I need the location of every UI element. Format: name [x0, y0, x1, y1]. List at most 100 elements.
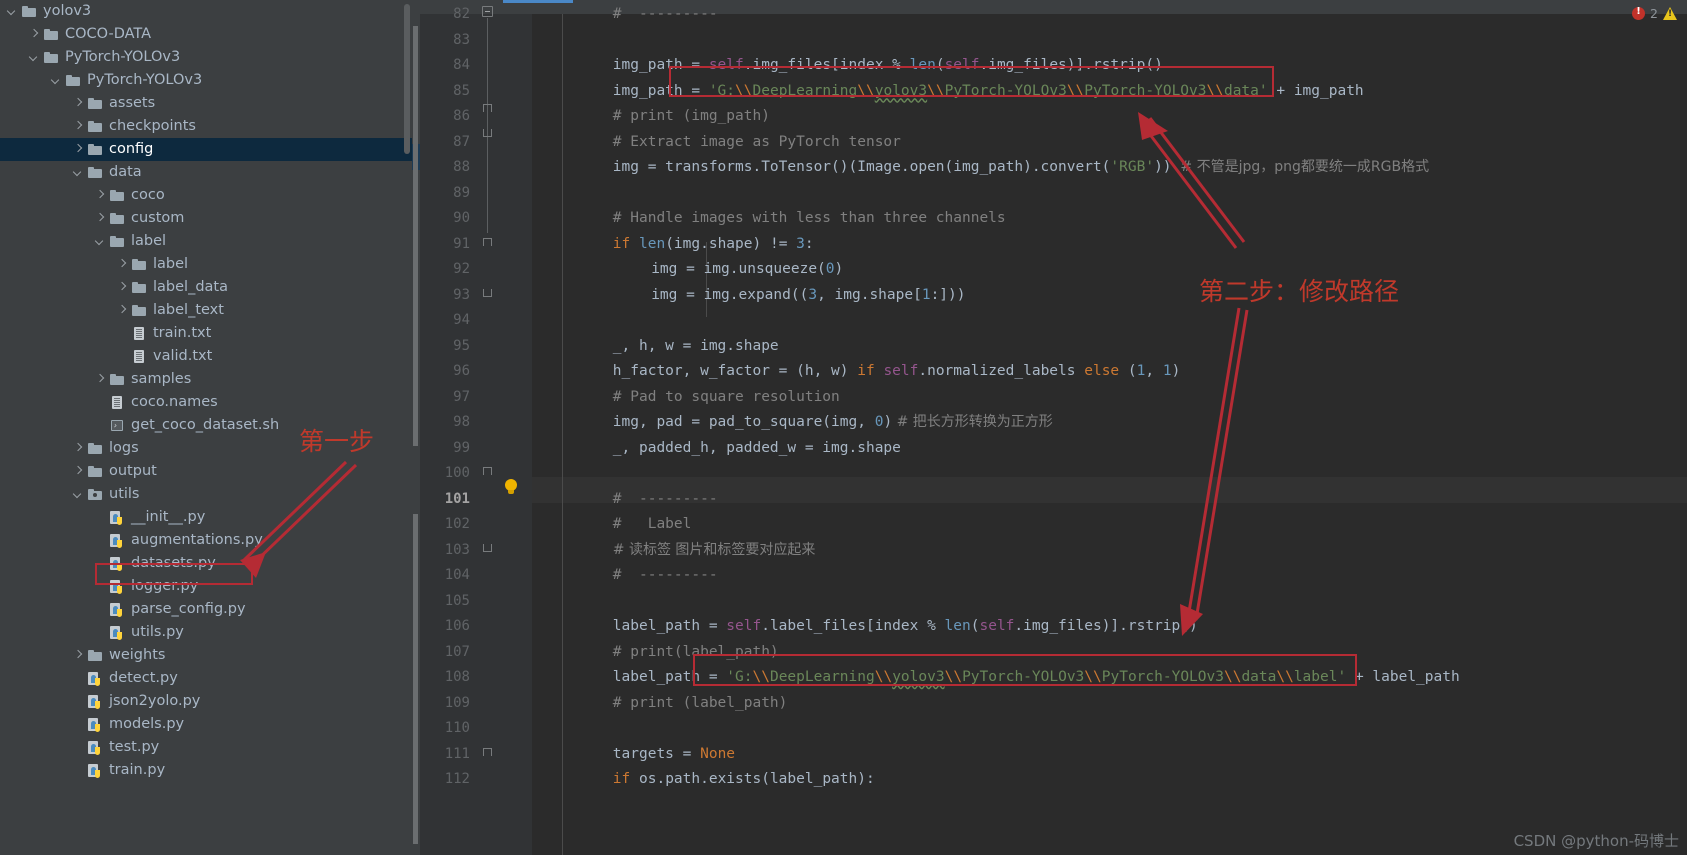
code-line[interactable]: _, h, w = img.shape: [613, 334, 779, 360]
tree-item-train-py[interactable]: train.py: [0, 759, 412, 782]
chevron-right-icon[interactable]: [116, 304, 129, 317]
tree-item-parse-config-py[interactable]: parse_config.py: [0, 598, 412, 621]
code-line[interactable]: # ---------: [613, 2, 718, 28]
code-line[interactable]: # Pad to square resolution: [613, 385, 840, 411]
fold-region-bottom-icon[interactable]: [482, 542, 493, 553]
tree-item-custom[interactable]: custom: [0, 207, 412, 230]
tree-item-label-text[interactable]: label_text: [0, 299, 412, 322]
code-line[interactable]: if os.path.exists(label_path):: [613, 767, 875, 793]
code-line[interactable]: if len(img.shape) != 3:: [613, 232, 814, 258]
fold-minus-icon[interactable]: [482, 6, 493, 17]
code-line[interactable]: targets = None: [613, 742, 735, 768]
fold-region-bottom-icon[interactable]: [482, 127, 493, 138]
tree-item-label-data[interactable]: label_data: [0, 276, 412, 299]
tree-item-coco-names[interactable]: coco.names: [0, 391, 412, 414]
tree-item-yolov3[interactable]: yolov3: [0, 0, 412, 23]
fold-region-bottom-icon[interactable]: [482, 287, 493, 298]
code-line[interactable]: img_path = self.img_files[index % len(se…: [613, 53, 1163, 79]
tree-item-checkpoints[interactable]: checkpoints: [0, 115, 412, 138]
code-line[interactable]: img = transforms.ToTensor()(Image.open(i…: [613, 155, 1429, 181]
tree-item-coco-data[interactable]: COCO-DATA: [0, 23, 412, 46]
code-line[interactable]: # ---------: [613, 487, 718, 513]
code-line[interactable]: # print (label_path): [613, 691, 788, 717]
tree-item-data[interactable]: data: [0, 161, 412, 184]
tree-item-output[interactable]: output: [0, 460, 412, 483]
tree-item-config[interactable]: config: [0, 138, 412, 161]
code-line[interactable]: img, pad = pad_to_square(img, 0) # 把长方形转…: [613, 410, 1053, 436]
fold-region-top-icon[interactable]: [482, 746, 493, 757]
chevron-right-icon[interactable]: [72, 120, 85, 133]
tree-item-samples[interactable]: samples: [0, 368, 412, 391]
code-line[interactable]: # Extract image as PyTorch tensor: [613, 130, 901, 156]
chevron-down-icon[interactable]: [50, 74, 63, 87]
code-line[interactable]: # Label: [613, 512, 692, 538]
tree-item-get-coco-dataset-sh[interactable]: › get_coco_dataset.sh: [0, 414, 412, 437]
code-line[interactable]: img_path = 'G:\\DeepLearning\\yolov3\\Py…: [613, 79, 1364, 105]
code-line[interactable]: # print (img_path): [613, 104, 770, 130]
tree-item-coco[interactable]: coco: [0, 184, 412, 207]
code-line[interactable]: _, padded_h, padded_w = img.shape: [613, 436, 901, 462]
intention-bulb-icon[interactable]: [504, 479, 518, 495]
tree-item-models-py[interactable]: models.py: [0, 713, 412, 736]
code-line[interactable]: # 读标签 图片和标签要对应起来: [613, 538, 816, 564]
code-line[interactable]: img = img.unsqueeze(0): [651, 257, 843, 283]
chevron-down-icon[interactable]: [72, 488, 85, 501]
fold-region-top-icon[interactable]: [482, 236, 493, 247]
code-content[interactable]: # --------- img_path = self.img_files[ind…: [532, 6, 1687, 855]
tree-item-label: json2yolo.py: [109, 693, 201, 709]
tree-item-json2yolo-py[interactable]: json2yolo.py: [0, 690, 412, 713]
folder-icon: [43, 50, 60, 65]
tree-item-logs[interactable]: logs: [0, 437, 412, 460]
tree-item-logger-py[interactable]: logger.py: [0, 575, 412, 598]
chevron-right-icon[interactable]: [72, 442, 85, 455]
code-line[interactable]: img = img.expand((3, img.shape[1:])): [651, 283, 965, 309]
tree-item--init-py[interactable]: __init__.py: [0, 506, 412, 529]
code-line[interactable]: # print(label_path): [613, 640, 779, 666]
tree-item-label[interactable]: label: [0, 230, 412, 253]
chevron-down-icon[interactable]: [28, 51, 41, 64]
fold-region-top-icon[interactable]: [482, 102, 493, 113]
chevron-right-icon[interactable]: [72, 465, 85, 478]
warning-triangle-icon: [1663, 6, 1677, 20]
code-token: else: [1084, 363, 1128, 379]
tree-item-valid-txt[interactable]: valid.txt: [0, 345, 412, 368]
project-tree-panel[interactable]: yolov3 COCO-DATA PyTorch-YOLOv3 PyTorch-YOL…: [0, 0, 412, 855]
tree-item-assets[interactable]: assets: [0, 92, 412, 115]
chevron-right-icon[interactable]: [72, 649, 85, 662]
line-number: 91: [453, 235, 470, 252]
code-editor-panel[interactable]: 2 82838485868788899091929394959697989910…: [412, 0, 1687, 855]
tree-item-train-txt[interactable]: train.txt: [0, 322, 412, 345]
tree-item-detect-py[interactable]: detect.py: [0, 667, 412, 690]
tree-item-label[interactable]: label: [0, 253, 412, 276]
tree-item-utils-py[interactable]: utils.py: [0, 621, 412, 644]
chevron-down-icon[interactable]: [6, 5, 19, 18]
code-line[interactable]: h_factor, w_factor = (h, w) if self.norm…: [613, 359, 1181, 385]
inspection-status[interactable]: 2: [1632, 4, 1677, 22]
code-line[interactable]: label_path = self.label_files[index % le…: [613, 614, 1198, 640]
tree-item-datasets-py[interactable]: datasets.py: [0, 552, 412, 575]
chevron-right-icon[interactable]: [28, 28, 41, 41]
code-token: :])): [930, 286, 966, 303]
chevron-right-icon[interactable]: [72, 97, 85, 110]
tree-item-pytorch-yolov3[interactable]: PyTorch-YOLOv3: [0, 69, 412, 92]
code-line[interactable]: # ---------: [613, 563, 718, 589]
tree-item-utils[interactable]: utils: [0, 483, 412, 506]
tree-item-pytorch-yolov3[interactable]: PyTorch-YOLOv3: [0, 46, 412, 69]
tree-item-weights[interactable]: weights: [0, 644, 412, 667]
chevron-right-icon[interactable]: [72, 143, 85, 156]
code-line[interactable]: label_path = 'G:\\DeepLearning\\yolov3\\…: [613, 665, 1460, 691]
chevron-right-icon[interactable]: [116, 258, 129, 271]
code-line[interactable]: # Handle images with less than three cha…: [613, 206, 1006, 232]
tree-item-augmentations-py[interactable]: augmentations.py: [0, 529, 412, 552]
tree-item-test-py[interactable]: test.py: [0, 736, 412, 759]
chevron-down-icon[interactable]: [94, 235, 107, 248]
line-number: 105: [444, 592, 470, 609]
editor-gutter[interactable]: 82 83 84 85 86 87 88 89 90 91 92 93 94 95 96 97 98 99 100 1…: [412, 6, 532, 855]
fold-region-top-icon[interactable]: [482, 465, 493, 476]
chevron-right-icon[interactable]: [94, 189, 107, 202]
project-tree-scrollbar[interactable]: [404, 4, 410, 154]
chevron-right-icon[interactable]: [116, 281, 129, 294]
chevron-right-icon[interactable]: [94, 373, 107, 386]
chevron-right-icon[interactable]: [94, 212, 107, 225]
chevron-down-icon[interactable]: [72, 166, 85, 179]
